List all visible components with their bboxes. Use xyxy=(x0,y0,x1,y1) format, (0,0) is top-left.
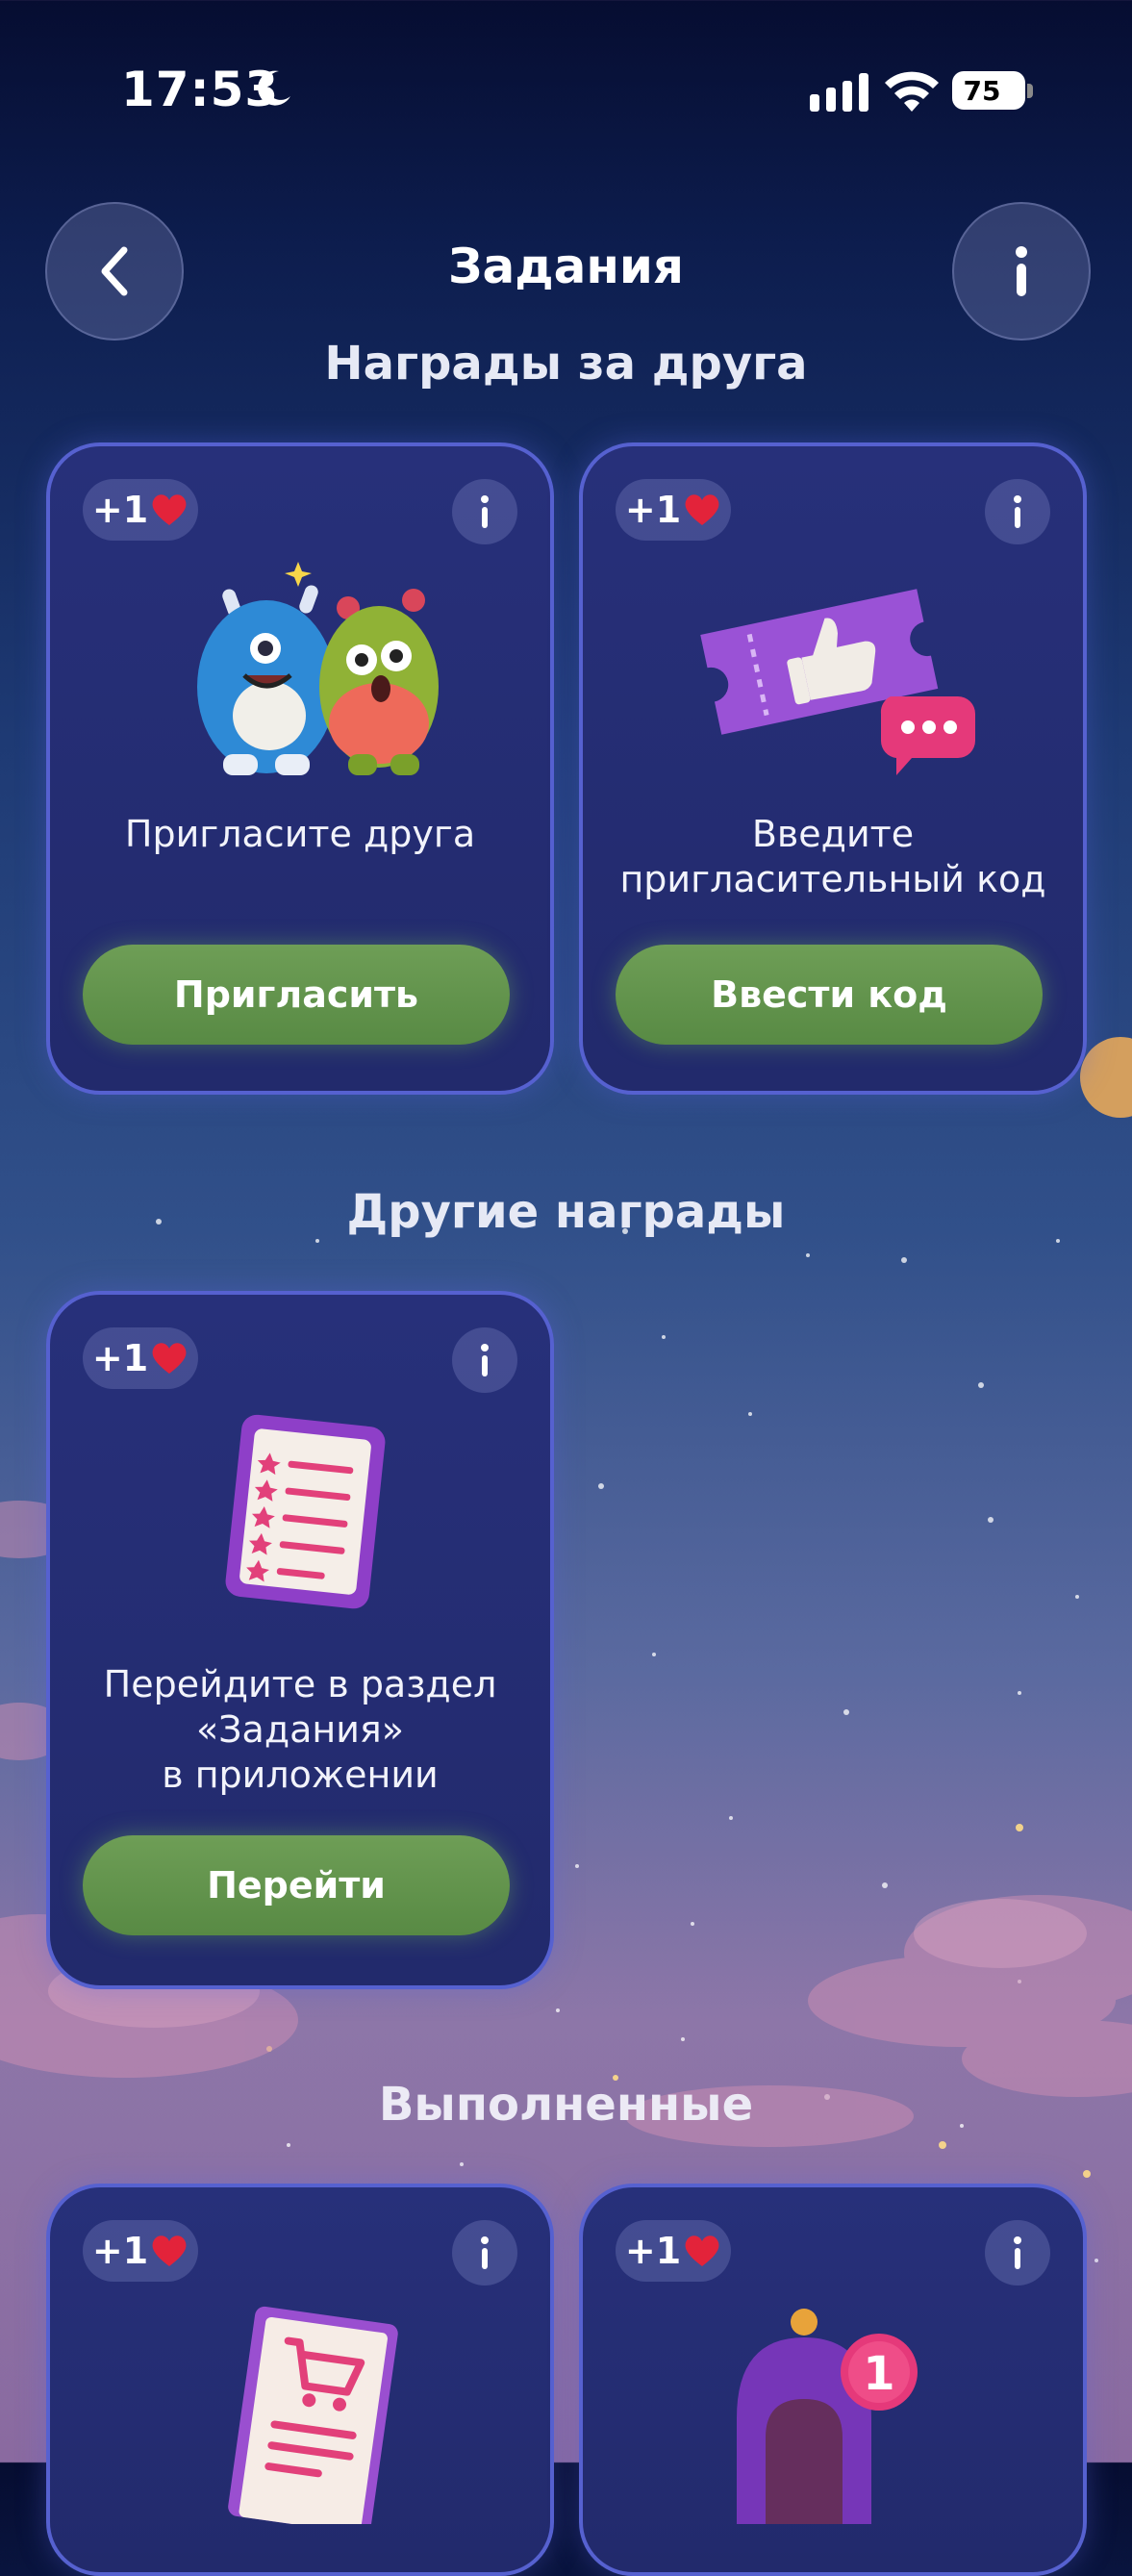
task-card-open-tasks-section: +1 Перейдите в раздел «Задания» в прилож… xyxy=(46,1291,554,1989)
bell-notification-illustration: 1 xyxy=(737,2309,918,2524)
section-title-other-rewards: Другие награды xyxy=(346,1185,786,1239)
info-icon xyxy=(1014,495,1021,528)
completed-card-receipt: +1 xyxy=(46,2184,554,2576)
ticket-thumbs-up-illustration xyxy=(700,589,975,775)
heart-icon xyxy=(685,494,719,525)
moon-icon xyxy=(258,70,290,106)
info-icon xyxy=(481,2236,489,2269)
reward-badge: +1 xyxy=(83,479,198,541)
battery-indicator: 75 xyxy=(952,71,1035,112)
section-title-friend-rewards: Награды за друга xyxy=(324,337,808,391)
card-description: Перейдите в раздел «Задания» в приложени… xyxy=(103,1663,497,1796)
heart-icon xyxy=(152,1343,187,1374)
enter-code-button[interactable]: Ввести код xyxy=(616,945,1043,1045)
invite-button[interactable]: Пригласить xyxy=(83,945,510,1045)
card-description: Введите пригласительный код xyxy=(619,813,1046,900)
receipt-cart-illustration xyxy=(228,2306,398,2524)
info-icon xyxy=(1016,246,1027,296)
status-bar: 17:53 75 xyxy=(0,0,1132,183)
card-info-button[interactable] xyxy=(452,1327,517,1393)
wifi-icon xyxy=(885,71,939,112)
heart-icon xyxy=(685,2235,719,2266)
go-to-tasks-button[interactable]: Перейти xyxy=(83,1835,510,1935)
completed-card-notifications: +1 1 xyxy=(579,2184,1087,2576)
card-description: Пригласите друга xyxy=(124,813,476,855)
battery-level: 75 xyxy=(963,75,1001,107)
card-info-button[interactable] xyxy=(985,479,1050,544)
cellular-signal-icon xyxy=(810,73,868,112)
checklist-illustration xyxy=(225,1414,386,1609)
info-icon xyxy=(481,1344,489,1376)
notification-count: 1 xyxy=(863,2347,894,2401)
card-info-button[interactable] xyxy=(452,2220,517,2286)
heart-icon xyxy=(152,2235,187,2266)
info-button[interactable] xyxy=(952,202,1091,341)
reward-badge: +1 xyxy=(83,2220,198,2282)
section-title-completed: Выполненные xyxy=(378,2078,754,2132)
reward-badge: +1 xyxy=(83,1327,198,1389)
reward-badge: +1 xyxy=(616,2220,731,2282)
task-card-enter-code: +1 Введите пригласительный код Ввести ко… xyxy=(579,442,1087,1095)
heart-icon xyxy=(152,494,187,525)
card-info-button[interactable] xyxy=(452,479,517,544)
card-info-button[interactable] xyxy=(985,2220,1050,2286)
task-card-invite-friend: +1 Пригласите друга Пригласить xyxy=(46,442,554,1095)
monsters-illustration xyxy=(197,562,439,775)
info-icon xyxy=(481,495,489,528)
reward-badge: +1 xyxy=(616,479,731,541)
info-icon xyxy=(1014,2236,1021,2269)
